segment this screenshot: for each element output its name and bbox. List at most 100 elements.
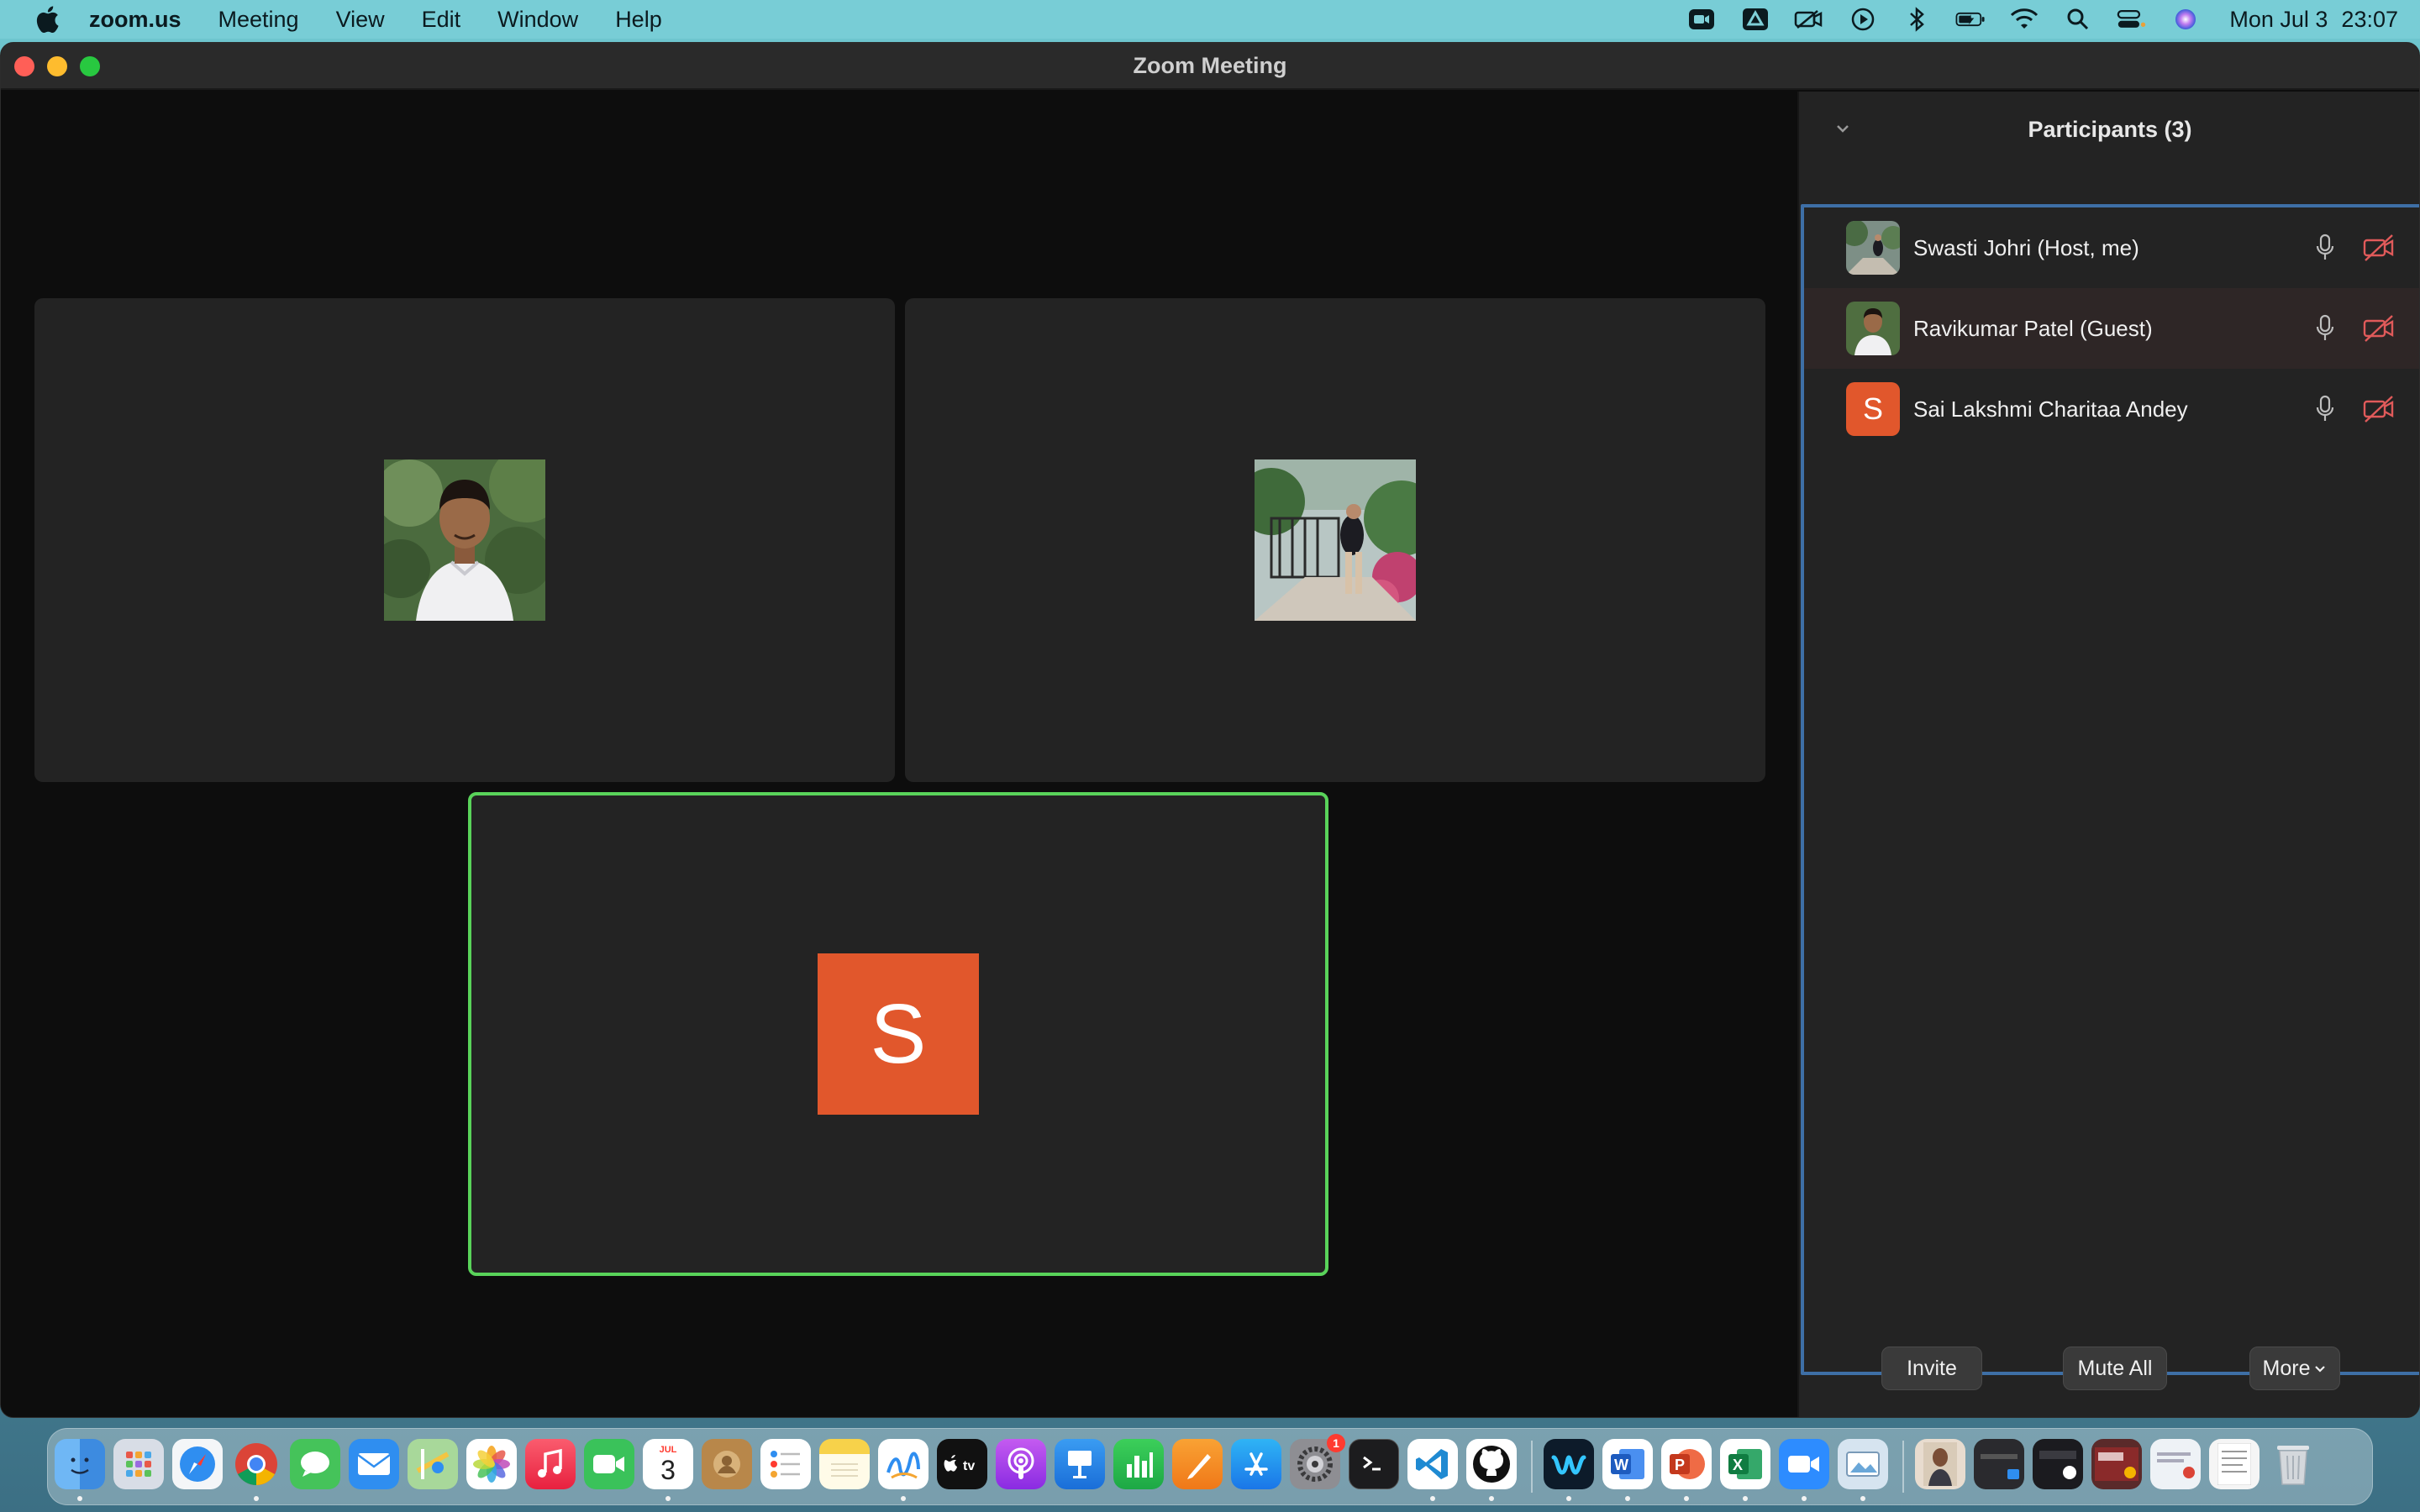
window-titlebar[interactable]: Zoom Meeting — [1, 43, 2419, 90]
clock-time: 23:07 — [2341, 6, 2398, 32]
microphone-icon[interactable] — [2313, 233, 2337, 263]
window-thumbnail[interactable] — [2150, 1439, 2201, 1489]
calendar-day: 3 — [660, 1455, 676, 1485]
notes-icon[interactable] — [819, 1439, 870, 1489]
menu-view[interactable]: View — [336, 7, 385, 33]
participants-footer: Invite Mute All More — [1799, 1326, 2419, 1417]
system-settings-icon[interactable]: 1 — [1290, 1434, 1345, 1489]
video-tile-swasti[interactable] — [905, 298, 1765, 782]
dock-separator — [1902, 1441, 1904, 1493]
music-icon[interactable] — [525, 1439, 576, 1489]
participants-panel: Participants (3) Swasti Johri (Host, me) — [1797, 92, 2419, 1417]
participant-photo-swasti — [1255, 459, 1416, 621]
fullscreen-window-button[interactable] — [80, 56, 100, 76]
control-center-icon[interactable] — [2117, 7, 2147, 32]
menu-bar: zoom.us Meeting View Edit Window Help Mo… — [0, 0, 2420, 39]
menu-meeting[interactable]: Meeting — [218, 7, 299, 33]
word-icon[interactable]: W — [1602, 1439, 1653, 1489]
chrome-icon[interactable] — [231, 1439, 281, 1489]
window-thumbnail[interactable] — [2033, 1439, 2083, 1489]
siri-icon[interactable] — [2170, 7, 2201, 32]
vscode-icon[interactable] — [1407, 1439, 1458, 1489]
participant-row[interactable]: Swasti Johri (Host, me) — [1804, 207, 2419, 288]
mute-all-button[interactable]: Mute All — [2063, 1347, 2167, 1390]
zoom-meeting-window: Zoom Meeting S Participants (3) Swasti J… — [0, 42, 2420, 1418]
launchpad-icon[interactable] — [113, 1439, 164, 1489]
finder-icon[interactable] — [55, 1439, 105, 1489]
participant-photo-ravikumar — [384, 459, 545, 621]
menu-window[interactable]: Window — [497, 7, 578, 33]
running-indicator — [666, 1496, 671, 1501]
microphone-icon[interactable] — [2313, 313, 2337, 344]
document-thumbnail[interactable] — [2209, 1439, 2260, 1489]
more-label: More — [2262, 1356, 2311, 1380]
more-button[interactable]: More — [2249, 1347, 2340, 1390]
spotlight-search-icon[interactable] — [2063, 7, 2093, 32]
contacts-icon[interactable] — [702, 1439, 752, 1489]
microphone-icon[interactable] — [2313, 394, 2337, 424]
participants-title: Participants (3) — [2028, 116, 2192, 142]
video-off-icon[interactable] — [2362, 313, 2396, 344]
video-tile-ravikumar[interactable] — [34, 298, 895, 782]
messages-icon[interactable] — [290, 1439, 340, 1489]
close-window-button[interactable] — [14, 56, 34, 76]
svg-text:W: W — [1614, 1457, 1628, 1473]
excel-icon[interactable]: X — [1720, 1439, 1770, 1489]
minimize-window-button[interactable] — [47, 56, 67, 76]
freeform-icon[interactable] — [878, 1439, 929, 1489]
status-area: Mon Jul 3 23:07 — [1686, 0, 2398, 39]
menu-help[interactable]: Help — [615, 7, 662, 33]
terminal-icon[interactable] — [1349, 1439, 1399, 1489]
preview-icon[interactable] — [1838, 1439, 1888, 1489]
reminders-icon[interactable] — [760, 1439, 811, 1489]
zoom-status-icon[interactable] — [1686, 7, 1717, 32]
google-drive-icon[interactable] — [1740, 7, 1770, 32]
clock-date: Mon Jul 3 — [2229, 6, 2328, 32]
photos-icon[interactable] — [466, 1439, 517, 1489]
invite-button[interactable]: Invite — [1881, 1347, 1982, 1390]
pages-icon[interactable] — [1172, 1439, 1223, 1489]
play-icon[interactable] — [1848, 7, 1878, 32]
video-off-icon[interactable] — [2362, 233, 2396, 263]
screenshot-thumbnail[interactable] — [1974, 1439, 2024, 1489]
running-indicator — [1743, 1496, 1748, 1501]
apple-tv-icon[interactable]: tv — [937, 1439, 987, 1489]
running-indicator — [1566, 1496, 1571, 1501]
powerpoint-icon[interactable]: P — [1661, 1439, 1712, 1489]
webex-icon[interactable] — [1544, 1439, 1594, 1489]
numbers-icon[interactable] — [1113, 1439, 1164, 1489]
chevron-down-icon[interactable] — [1833, 118, 1853, 139]
chevron-down-icon — [2315, 1366, 2326, 1373]
mail-icon[interactable] — [349, 1439, 399, 1489]
running-indicator — [901, 1496, 906, 1501]
keynote-icon[interactable] — [1055, 1439, 1105, 1489]
calendar-icon[interactable]: JUL 3 — [643, 1439, 693, 1489]
apple-icon[interactable] — [30, 3, 64, 36]
maps-icon[interactable] — [408, 1439, 458, 1489]
zoom-icon[interactable] — [1779, 1439, 1829, 1489]
menu-clock[interactable]: Mon Jul 3 23:07 — [2229, 7, 2398, 33]
participant-initial-avatar: S — [818, 953, 979, 1115]
trash-icon[interactable] — [2268, 1439, 2318, 1489]
facetime-icon[interactable] — [584, 1439, 634, 1489]
window-thumbnail[interactable] — [2091, 1439, 2142, 1489]
recent-photo-thumbnail[interactable] — [1915, 1439, 1965, 1489]
github-desktop-icon[interactable] — [1466, 1439, 1517, 1489]
calendar-month: JUL — [659, 1445, 677, 1455]
video-tile-sai-lakshmi-active-speaker[interactable]: S — [468, 792, 1328, 1276]
app-store-icon[interactable] — [1231, 1439, 1281, 1489]
running-indicator — [1802, 1496, 1807, 1501]
podcasts-icon[interactable] — [996, 1439, 1046, 1489]
safari-icon[interactable] — [172, 1439, 223, 1489]
menu-app-name[interactable]: zoom.us — [89, 7, 182, 33]
participant-row[interactable]: Ravikumar Patel (Guest) — [1804, 288, 2419, 369]
participant-list: Swasti Johri (Host, me) Ravikumar Patel … — [1801, 204, 2419, 1375]
wifi-icon[interactable] — [2009, 7, 2039, 32]
participant-row[interactable]: S Sai Lakshmi Charitaa Andey — [1804, 369, 2419, 449]
menu-edit[interactable]: Edit — [422, 7, 461, 33]
svg-text:tv: tv — [963, 1459, 975, 1473]
battery-charging-icon[interactable] — [1955, 7, 1986, 32]
screen-mirror-icon[interactable] — [1794, 7, 1824, 32]
bluetooth-icon[interactable] — [1902, 7, 1932, 32]
video-off-icon[interactable] — [2362, 394, 2396, 424]
